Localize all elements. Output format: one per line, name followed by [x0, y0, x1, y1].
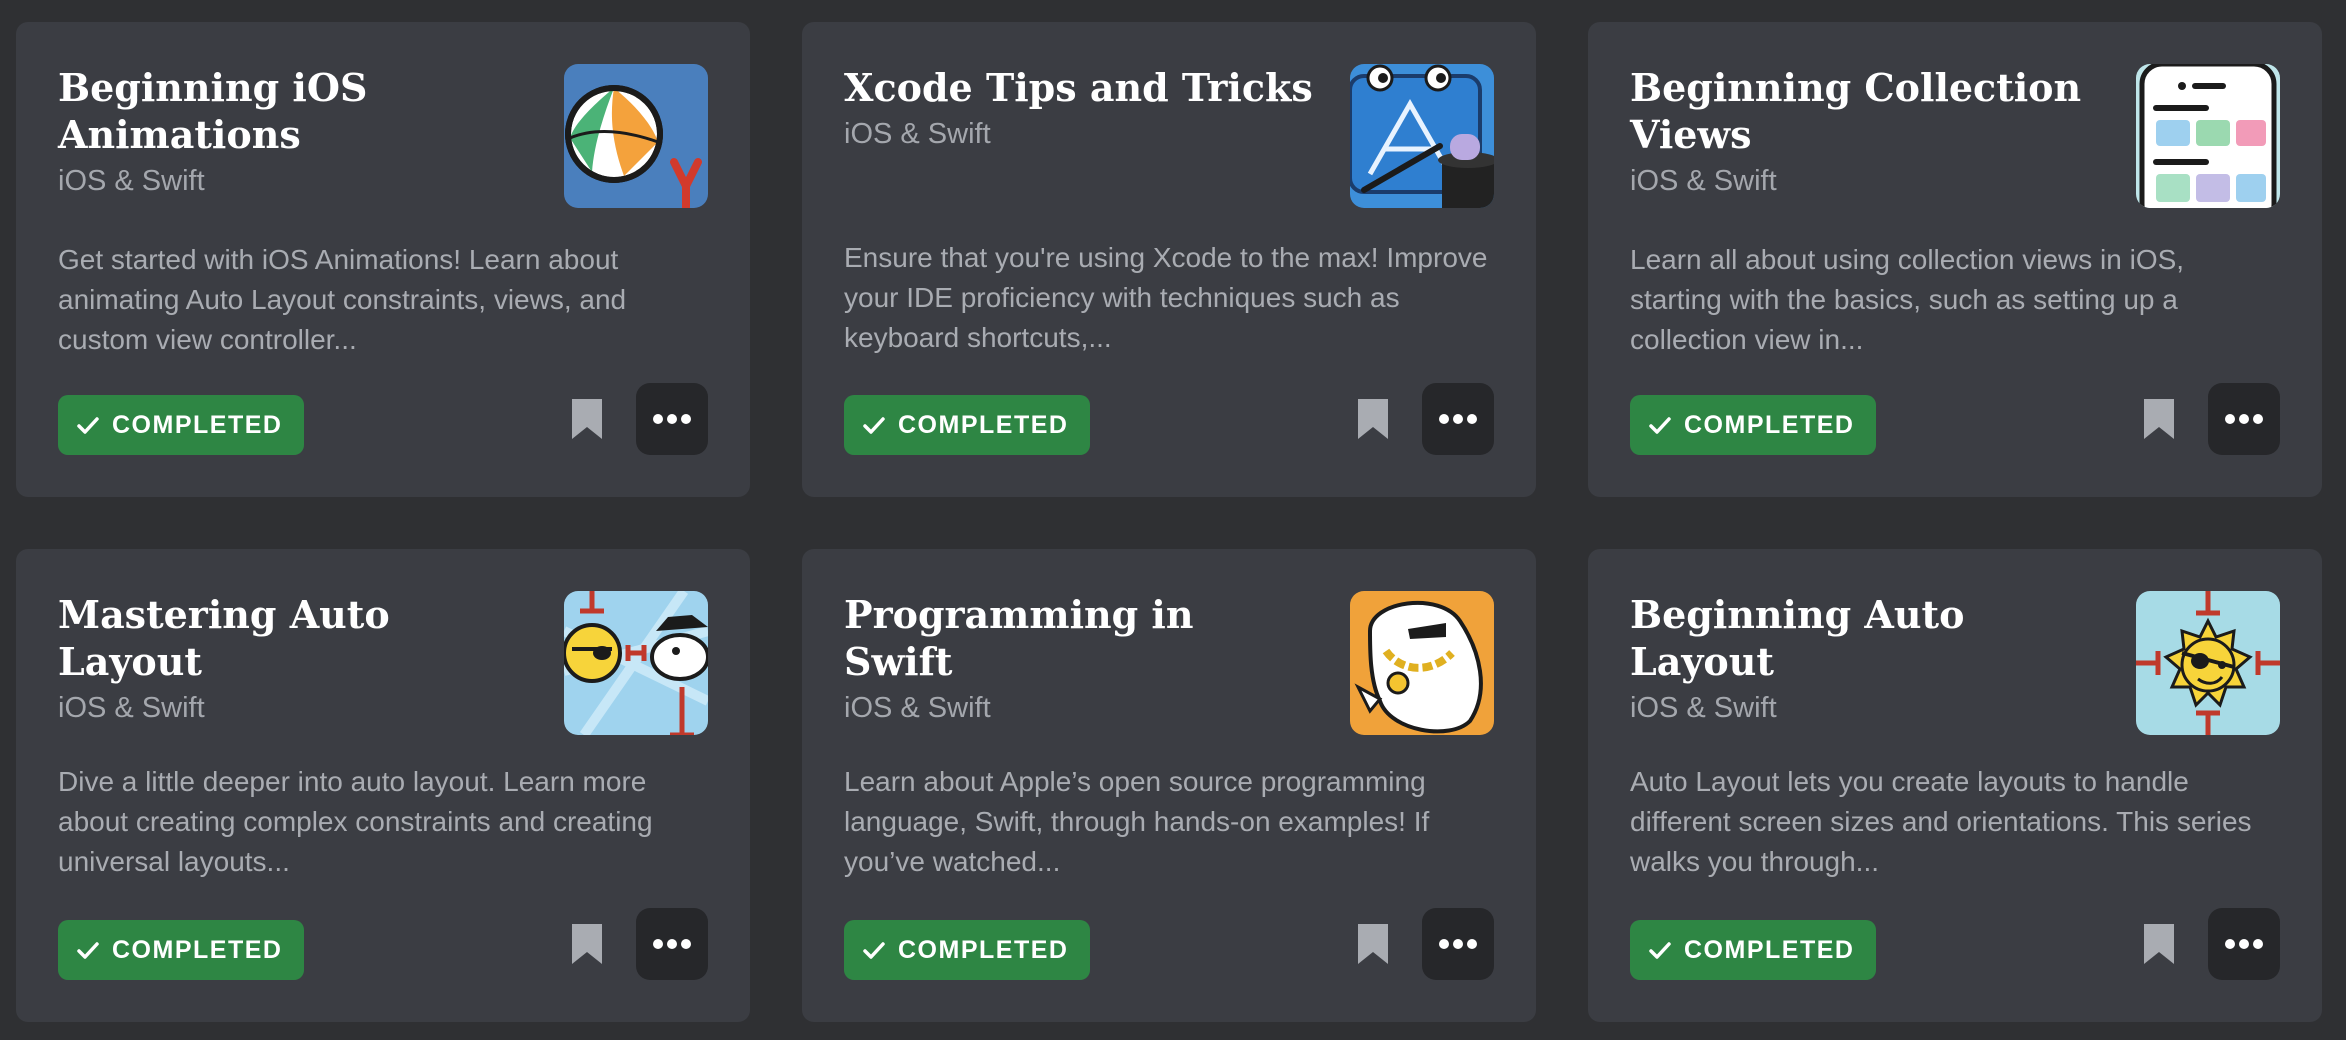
course-category: iOS & Swift — [1630, 692, 1777, 724]
bookmark-icon[interactable] — [572, 399, 602, 439]
bookmark-icon[interactable] — [1358, 924, 1388, 964]
checkmark-icon — [77, 942, 99, 959]
course-title-text[interactable]: Beginning Collection Views — [1630, 65, 2081, 157]
xcode-magic-hat-icon[interactable] — [1350, 64, 1494, 208]
course-description: Learn about Apple’s open source programm… — [844, 766, 1430, 877]
checkmark-icon — [1649, 942, 1671, 959]
bookmark-icon[interactable] — [572, 924, 602, 964]
completed-badge: COMPLETED — [844, 920, 1091, 980]
checkmark-icon — [77, 417, 99, 434]
ellipsis-icon — [2225, 939, 2263, 949]
pirate-sun-icon[interactable] — [2136, 591, 2280, 735]
completed-badge: COMPLETED — [58, 395, 305, 455]
more-options-button[interactable] — [1422, 383, 1494, 455]
completed-label: COMPLETED — [112, 410, 283, 439]
course-card[interactable]: Beginning Collection Views iOS & Swift Le… — [1588, 22, 2322, 497]
course-description: Auto Layout lets you create layouts to h… — [1630, 766, 2252, 877]
course-title-text[interactable]: Xcode Tips and Tricks — [844, 65, 1313, 110]
completed-label: COMPLETED — [1684, 935, 1855, 964]
ellipsis-icon — [653, 939, 691, 949]
course-card[interactable]: Mastering Auto Layout iOS & Swift Dive a … — [16, 549, 750, 1022]
course-description: Get started with iOS Animations! Learn a… — [58, 244, 627, 355]
course-title[interactable]: Beginning Collection Views iOS & Swift — [1630, 64, 2100, 200]
course-description: Ensure that you're using Xcode to the ma… — [844, 242, 1488, 353]
completed-badge: COMPLETED — [844, 395, 1091, 455]
bookmark-icon[interactable] — [2144, 924, 2174, 964]
completed-label: COMPLETED — [1684, 410, 1855, 439]
course-title[interactable]: Programming in Swift iOS & Swift — [844, 591, 1314, 727]
checkmark-icon — [863, 417, 885, 434]
course-card[interactable]: Xcode Tips and Tricks iOS & Swift Ensure … — [802, 22, 1536, 497]
bookmark-icon[interactable] — [2144, 399, 2174, 439]
course-category: iOS & Swift — [844, 692, 991, 724]
course-title[interactable]: Mastering Auto Layout iOS & Swift — [58, 591, 528, 727]
more-options-button[interactable] — [2208, 383, 2280, 455]
checkmark-icon — [863, 942, 885, 959]
course-title[interactable]: Beginning Auto Layout iOS & Swift — [1630, 591, 2100, 727]
course-card[interactable]: Beginning Auto Layout iOS & Swift Auto La… — [1588, 549, 2322, 1022]
ellipsis-icon — [653, 414, 691, 424]
completed-label: COMPLETED — [898, 410, 1069, 439]
course-title[interactable]: Beginning iOS Animations iOS & Swift — [58, 64, 528, 200]
more-options-button[interactable] — [636, 383, 708, 455]
completed-label: COMPLETED — [898, 935, 1069, 964]
more-options-button[interactable] — [636, 908, 708, 980]
course-description: Dive a little deeper into auto layout. L… — [58, 766, 653, 877]
course-title-text[interactable]: Beginning iOS Animations — [58, 65, 367, 157]
course-category: iOS & Swift — [58, 165, 205, 197]
ellipsis-icon — [1439, 414, 1477, 424]
ellipsis-icon — [2225, 414, 2263, 424]
completed-badge: COMPLETED — [1630, 920, 1877, 980]
more-options-button[interactable] — [2208, 908, 2280, 980]
course-title[interactable]: Xcode Tips and Tricks iOS & Swift — [844, 64, 1314, 153]
course-card[interactable]: Beginning iOS Animations iOS & Swift Get … — [16, 22, 750, 497]
swift-bird-chain-icon[interactable] — [1350, 591, 1494, 735]
course-description: Learn all about using collection views i… — [1630, 244, 2185, 355]
completed-label: COMPLETED — [112, 935, 283, 964]
completed-badge: COMPLETED — [58, 920, 305, 980]
course-category: iOS & Swift — [1630, 165, 1777, 197]
pirate-sun-cloud-icon[interactable] — [564, 591, 708, 735]
course-title-text[interactable]: Programming in Swift — [844, 592, 1194, 684]
course-grid: Beginning iOS Animations iOS & Swift Get … — [16, 22, 2322, 1022]
course-title-text[interactable]: Beginning Auto Layout — [1630, 592, 1964, 684]
course-card[interactable]: Programming in Swift iOS & Swift Learn ab… — [802, 549, 1536, 1022]
more-options-button[interactable] — [1422, 908, 1494, 980]
course-category: iOS & Swift — [844, 118, 991, 150]
course-title-text[interactable]: Mastering Auto Layout — [58, 592, 390, 684]
ellipsis-icon — [1439, 939, 1477, 949]
checkmark-icon — [1649, 417, 1671, 434]
phone-grid-icon[interactable] — [2136, 64, 2280, 208]
course-category: iOS & Swift — [58, 692, 205, 724]
completed-badge: COMPLETED — [1630, 395, 1877, 455]
bookmark-icon[interactable] — [1358, 399, 1388, 439]
beach-ball-icon[interactable] — [564, 64, 708, 208]
